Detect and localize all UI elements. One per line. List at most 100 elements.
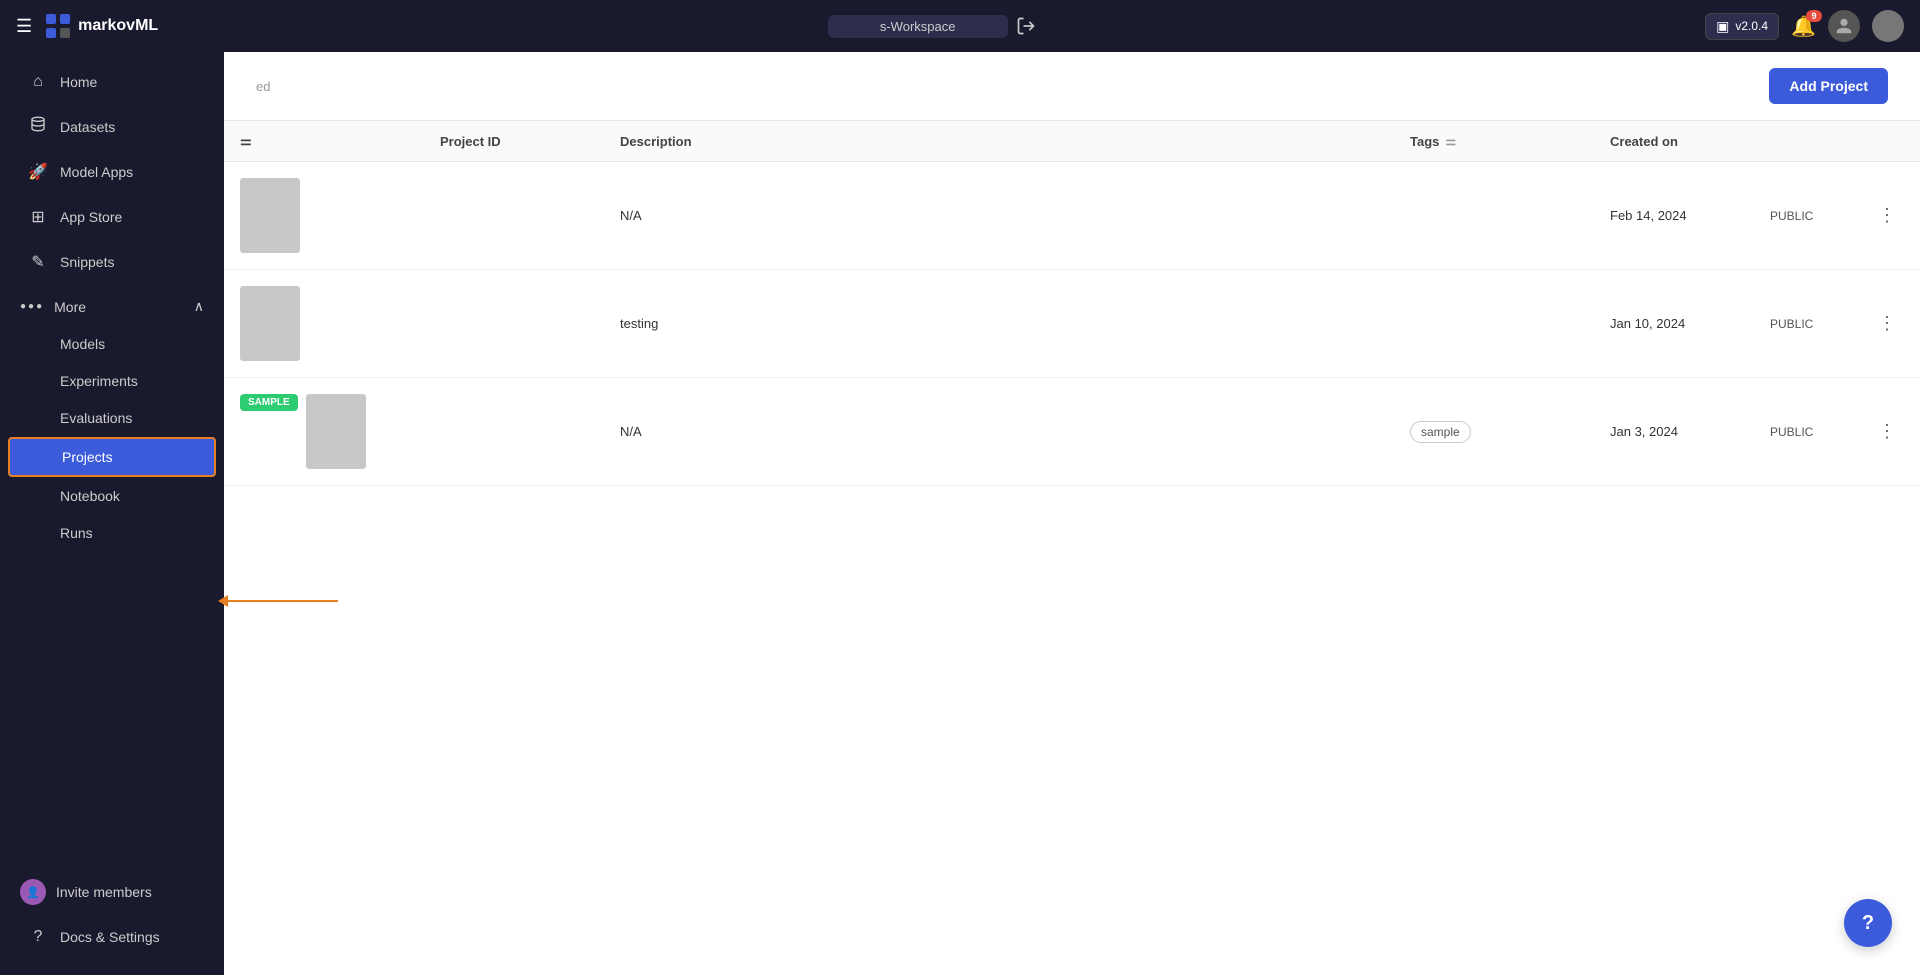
topbar-left: ☰ markovML	[16, 12, 158, 40]
table-row: N/A Feb 14, 2024 PUBLIC ⋮	[224, 162, 1920, 270]
workspace-badge: s-Workspace	[828, 15, 1008, 38]
row2-image-cell	[224, 270, 424, 378]
row3-more-menu-button[interactable]: ⋮	[1870, 417, 1904, 446]
avatar[interactable]	[1872, 10, 1904, 42]
evaluations-label: Evaluations	[60, 410, 132, 426]
sidebar-item-projects[interactable]: Projects	[8, 437, 216, 477]
content-header: ed Add Project	[224, 52, 1920, 121]
sidebar-item-docs-settings[interactable]: ? Docs & Settings	[8, 916, 216, 958]
content-area: ed Add Project ⚌ Project ID	[224, 52, 1920, 975]
sidebar-item-snippets[interactable]: ✎ Snippets	[8, 240, 216, 284]
main-layout: ⌂ Home Datasets 🚀 Model Apps ⊞	[0, 52, 1920, 975]
notification-count: 9	[1806, 10, 1822, 22]
row3-created: Jan 3, 2024	[1594, 378, 1754, 486]
row2-project-id	[424, 270, 604, 378]
topbar-right: ▣ v2.0.4 🔔 9	[1705, 10, 1904, 42]
sidebar-more-header[interactable]: ●●● More ∧	[0, 288, 224, 325]
sidebar-item-label: Home	[60, 74, 97, 90]
row3-visibility: PUBLIC	[1754, 378, 1854, 486]
sidebar-item-datasets[interactable]: Datasets	[8, 104, 216, 149]
workspace-exit-button[interactable]	[1016, 16, 1036, 36]
version-badge: ▣ v2.0.4	[1705, 13, 1779, 40]
runs-label: Runs	[60, 525, 93, 541]
sidebar-item-experiments[interactable]: Experiments	[8, 363, 216, 399]
projects-table: ⚌ Project ID Description	[224, 121, 1920, 486]
more-label: More	[54, 299, 86, 315]
table-container: ⚌ Project ID Description	[224, 121, 1920, 975]
datasets-icon	[28, 116, 48, 137]
row2-thumbnail	[240, 286, 300, 361]
sidebar-item-label: App Store	[60, 209, 122, 225]
row1-project-id	[424, 162, 604, 270]
snippets-icon: ✎	[28, 252, 48, 272]
more-dots-icon: ●●●	[20, 301, 44, 312]
hamburger-button[interactable]: ☰	[16, 16, 32, 37]
topbar: ☰ markovML s-Workspace ▣ v	[0, 0, 1920, 52]
row1-tags	[1394, 162, 1594, 270]
row3-description: N/A	[604, 378, 1394, 486]
description-header: Description	[620, 134, 692, 149]
sidebar-item-label: Snippets	[60, 254, 114, 270]
th-description: Description	[604, 121, 1394, 162]
sidebar-item-app-store[interactable]: ⊞ App Store	[8, 195, 216, 239]
sidebar-item-home[interactable]: ⌂ Home	[8, 61, 216, 103]
breadcrumb-text: ed	[256, 79, 270, 94]
sidebar-item-evaluations[interactable]: Evaluations	[8, 400, 216, 436]
sidebar-item-notebook[interactable]: Notebook	[8, 478, 216, 514]
tag-chip: sample	[1410, 421, 1471, 443]
logo-text: markovML	[78, 17, 158, 35]
tags-filter-icon[interactable]: ⚌	[1445, 134, 1456, 148]
breadcrumb: ed	[256, 79, 270, 94]
invite-label: Invite members	[56, 884, 152, 900]
invite-avatar: 👤	[20, 879, 46, 905]
docs-label: Docs & Settings	[60, 929, 160, 945]
project-id-header: Project ID	[440, 134, 501, 149]
sidebar-item-label: Datasets	[60, 119, 115, 135]
row1-description: N/A	[604, 162, 1394, 270]
row1-created: Feb 14, 2024	[1594, 162, 1754, 270]
table-row: SAMPLE N/A sample Jan 3, 2024 PUBLIC	[224, 378, 1920, 486]
exit-icon	[1016, 16, 1036, 36]
workspace-label: s-Workspace	[880, 19, 956, 34]
row1-actions: ⋮	[1854, 162, 1920, 270]
notebook-label: Notebook	[60, 488, 120, 504]
created-on-header: Created on	[1610, 134, 1678, 149]
help-fab-button[interactable]: ?	[1844, 899, 1892, 947]
sidebar-invite-members[interactable]: 👤 Invite members	[0, 869, 224, 915]
row3-actions: ⋮	[1854, 378, 1920, 486]
sidebar-item-model-apps[interactable]: 🚀 Model Apps	[8, 150, 216, 194]
tags-header: Tags	[1410, 134, 1439, 149]
topbar-center: s-Workspace	[828, 15, 1036, 38]
notifications-button[interactable]: 🔔 9	[1791, 14, 1816, 39]
th-project-id: Project ID	[424, 121, 604, 162]
row2-actions: ⋮	[1854, 270, 1920, 378]
sidebar-item-models[interactable]: Models	[8, 326, 216, 362]
row3-tags: sample	[1394, 378, 1594, 486]
row3-project-id	[424, 378, 604, 486]
sidebar-bottom: 👤 Invite members ? Docs & Settings	[0, 853, 224, 959]
row2-more-menu-button[interactable]: ⋮	[1870, 309, 1904, 338]
projects-label: Projects	[62, 449, 113, 465]
sidebar-item-runs[interactable]: Runs	[8, 515, 216, 551]
profile-icon[interactable]	[1828, 10, 1860, 42]
row2-description: testing	[604, 270, 1394, 378]
logo-icon	[44, 12, 72, 40]
th-actions	[1854, 121, 1920, 162]
filter-icon[interactable]: ⚌	[240, 133, 252, 149]
row1-thumbnail	[240, 178, 300, 253]
row3-image-cell: SAMPLE	[224, 378, 424, 486]
table-row: testing Jan 10, 2024 PUBLIC ⋮	[224, 270, 1920, 378]
user-icon	[1835, 17, 1853, 35]
th-tags: Tags ⚌	[1394, 121, 1594, 162]
docs-icon: ?	[28, 928, 48, 946]
row2-tags	[1394, 270, 1594, 378]
sample-badge: SAMPLE	[240, 394, 298, 411]
more-header-left: ●●● More	[20, 299, 86, 315]
row3-thumbnail	[306, 394, 366, 469]
row1-visibility: PUBLIC	[1754, 162, 1854, 270]
row2-created: Jan 10, 2024	[1594, 270, 1754, 378]
add-project-button[interactable]: Add Project	[1769, 68, 1888, 104]
th-created-on: Created on	[1594, 121, 1754, 162]
row1-more-menu-button[interactable]: ⋮	[1870, 201, 1904, 230]
th-visibility	[1754, 121, 1854, 162]
